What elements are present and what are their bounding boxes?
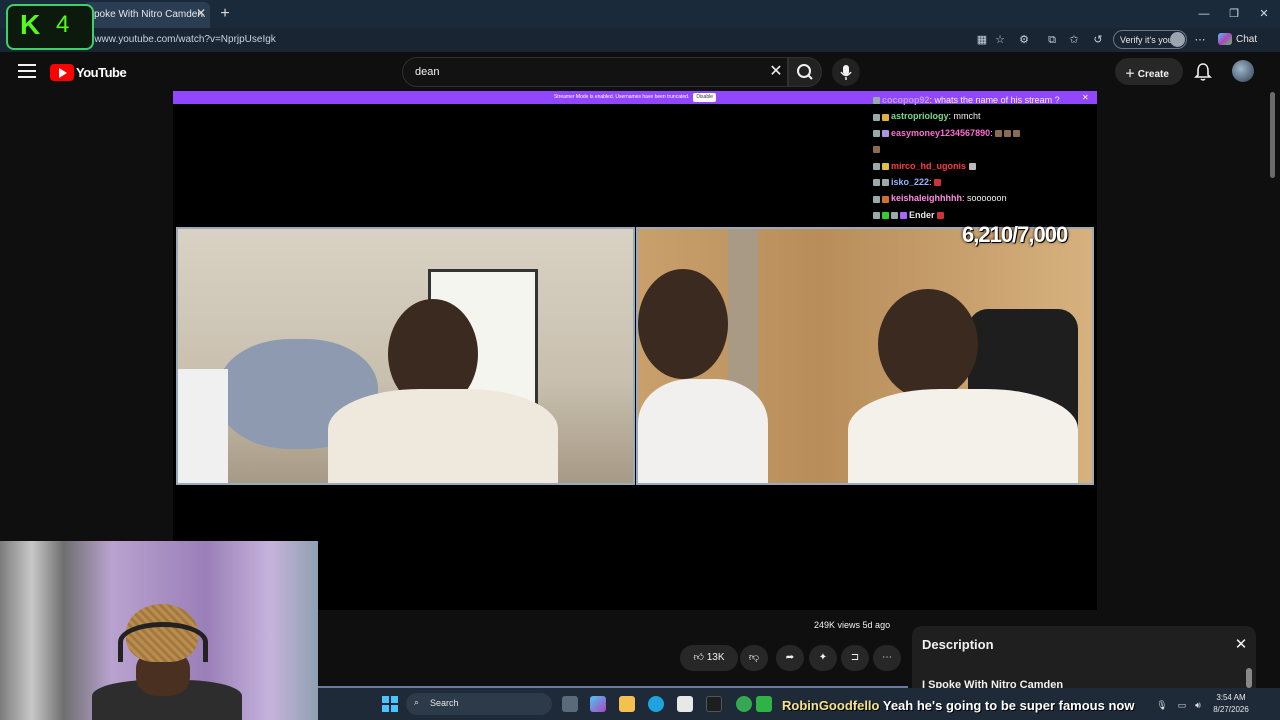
volume-tray-icon[interactable]: 🔊︎ [1192, 699, 1204, 711]
guest-head-right [878, 289, 978, 399]
store-icon[interactable] [677, 696, 693, 712]
chrome-icon[interactable] [736, 696, 752, 712]
search-button[interactable] [788, 57, 822, 87]
shelf-box [178, 369, 228, 483]
plus-icon: ＋ [1125, 69, 1138, 80]
taskbar-search[interactable]: ⌕ Search [406, 693, 552, 715]
dislike-button[interactable]: 👎︎ [740, 645, 768, 671]
more-icon[interactable]: ⋯ [1192, 32, 1208, 48]
guest-body-left [638, 379, 768, 483]
chat-message: astropriology: mmcht [873, 108, 1093, 124]
kick-viewer-count: 4 [56, 11, 70, 38]
split-screen-icon[interactable]: ⧉ [1044, 32, 1060, 48]
file-explorer-icon[interactable] [619, 696, 635, 712]
task-view-icon[interactable] [562, 696, 578, 712]
url-field[interactable]: ://www.youtube.com/watch?v=NprjpUseIgk [86, 31, 786, 49]
thumbs-up-icon: 👍︎ [693, 652, 707, 663]
network-tray-icon[interactable]: ▭ [1176, 699, 1188, 711]
ticker-user: RobinGoodfello [782, 698, 880, 713]
create-label: Create [1137, 69, 1169, 80]
sparkle-icon: ✦ [818, 652, 828, 663]
terminal-icon[interactable] [706, 696, 722, 712]
chat-message [873, 141, 1093, 157]
stream-cam-left [176, 227, 635, 485]
windows-start-icon[interactable] [382, 696, 398, 712]
streamer-body [328, 389, 558, 483]
youtube-logo-icon[interactable] [50, 64, 74, 81]
app-icon[interactable] [756, 696, 772, 712]
taskbar-search-label: Search [430, 698, 459, 708]
favorites-icon[interactable]: ✩ [1066, 32, 1082, 48]
chat-message: Ender [873, 207, 1093, 223]
bookmark-icon: ⊐ [850, 652, 860, 663]
search-icon [797, 64, 813, 80]
profile-avatar-icon [1170, 32, 1185, 47]
youtube-wordmark[interactable]: YouTube [76, 64, 136, 81]
copilot-taskbar-icon[interactable] [590, 696, 606, 712]
thumbs-down-icon: 👎︎ [748, 652, 760, 663]
favorite-star-icon[interactable]: ☆ [992, 32, 1008, 48]
account-avatar[interactable] [1232, 60, 1254, 82]
window-close-icon[interactable]: ✕ [1254, 6, 1274, 22]
hamburger-menu-icon[interactable] [18, 64, 36, 80]
notifications-bell-icon[interactable] [1194, 62, 1212, 82]
view-count: 249K views [814, 620, 861, 630]
restore-icon[interactable]: ❐ [1224, 6, 1244, 22]
description-close-icon[interactable]: ✕ [1232, 636, 1250, 654]
disable-streamer-mode-button[interactable]: Disable [693, 93, 717, 102]
stream-cam-right [636, 227, 1094, 485]
app-available-icon[interactable]: ▦ [974, 32, 990, 48]
browser-tab[interactable]: poke With Nitro Camden. [84, 2, 210, 28]
clock-date: 8/27/2026 [1213, 705, 1249, 714]
sub-goal-counter: 6,210/7,000 [962, 222, 1068, 247]
description-video-title: I Spoke With Nitro Camden [922, 680, 1064, 688]
upload-age: 5d ago [862, 620, 891, 630]
like-button[interactable]: 👍︎ 13K [680, 645, 738, 671]
chat-message: isko_222: [873, 174, 1093, 190]
description-title: Description [922, 637, 994, 652]
chat-message: easymoney1234567890: [873, 125, 1093, 141]
kick-logo-icon: K [20, 9, 41, 40]
more-actions-button[interactable]: ⋯ [873, 645, 901, 671]
stream-chat-overlay: cocopop92: whats the name of his stream … [873, 92, 1093, 222]
share-button[interactable]: ➦ [776, 645, 804, 671]
search-input[interactable]: dean [402, 57, 788, 87]
extension-icon[interactable]: ⚙ [1016, 32, 1032, 48]
history-icon[interactable]: ↺ [1090, 32, 1106, 48]
chat-message: keishaleighhhhh: soooooon [873, 190, 1093, 206]
chat-ticker: RobinGoodfello Yeah he's going to be sup… [782, 696, 1156, 716]
page-scrollbar[interactable] [1270, 92, 1275, 178]
clear-search-icon[interactable]: ✕ [766, 62, 786, 82]
ask-button[interactable]: ✦ [809, 645, 837, 671]
tab-close-icon[interactable]: ✕ [194, 6, 208, 20]
clock-time: 3:54 AM [1216, 693, 1246, 702]
share-icon: ➦ [785, 652, 795, 663]
guest-body-right [848, 389, 1078, 483]
more-dots-icon: ⋯ [882, 652, 892, 663]
copilot-chat-button[interactable]: Chat [1218, 32, 1274, 48]
chat-message: cocopop92: whats the name of his stream … [873, 92, 1093, 108]
create-button[interactable]: ＋ Create [1115, 58, 1183, 85]
ticker-message: Yeah he's going to be super famous now [882, 698, 1135, 713]
voice-search-button[interactable] [832, 58, 860, 86]
taskbar-search-icon: ⌕ [414, 697, 420, 707]
chat-label: Chat [1236, 34, 1258, 45]
view-stats: 249K views 5d ago [814, 620, 904, 634]
system-clock[interactable]: 3:54 AM 8/27/2026 [1206, 692, 1256, 718]
new-tab-icon[interactable]: + [216, 5, 234, 23]
microphone-tray-icon[interactable]: 🎙︎ [1156, 699, 1168, 711]
microphone-icon [840, 65, 852, 80]
chat-message: mirco_hd_ugonis [873, 158, 1093, 174]
description-scrollbar[interactable] [1246, 668, 1252, 688]
webcam-headphones [118, 622, 208, 662]
save-button[interactable]: ⊐ [841, 645, 869, 671]
streamer-mode-text: Streamer Mode is enabled. Usernames have… [553, 94, 690, 100]
guest-head-left [638, 269, 728, 379]
edge-browser-icon[interactable] [648, 696, 664, 712]
copilot-icon [1218, 33, 1232, 46]
like-count: 13K [706, 652, 725, 663]
minimize-icon[interactable]: — [1194, 6, 1214, 22]
